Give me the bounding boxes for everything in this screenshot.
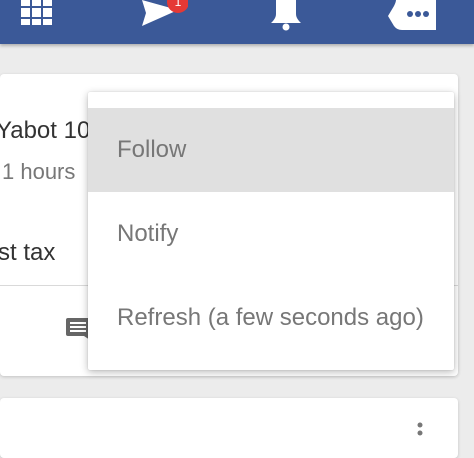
bell-icon[interactable] [268,0,304,32]
comment-icon[interactable] [66,318,90,340]
post-author-name[interactable]: Yabot 10 [0,117,90,145]
post-timestamp: 1 hours [2,159,76,184]
notification-badge-count: 1 [175,0,182,9]
send-icon[interactable]: 1 [140,0,188,30]
menu-item-refresh[interactable]: Refresh (a few seconds ago) [88,276,454,360]
menu-item-follow[interactable]: Follow [88,108,454,192]
overflow-menu: Follow Notify Refresh (a few seconds ago… [88,92,454,370]
apps-grid-icon[interactable] [21,0,53,26]
more-vert-icon[interactable] [414,422,426,440]
top-app-bar: 1 [0,0,474,44]
messages-icon[interactable] [386,0,436,34]
menu-item-notify[interactable]: Notify [88,192,454,276]
post-card-2 [0,398,458,458]
post-text: st tax [0,239,56,266]
